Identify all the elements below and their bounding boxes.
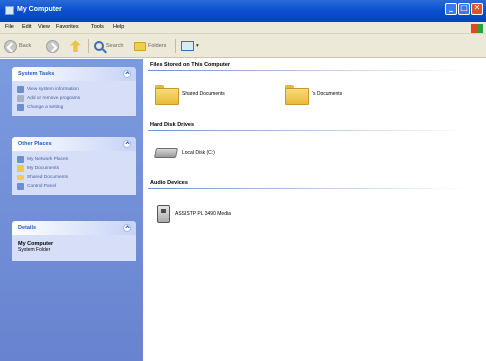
place-control-panel[interactable]: Control Panel [17, 182, 131, 190]
item-label: ASSISTP PL 3490 Media [175, 211, 231, 217]
details-panel: Details My Computer System Folder [12, 221, 136, 261]
maximize-button[interactable]: □ [458, 3, 470, 15]
menu-edit[interactable]: Edit [22, 24, 31, 30]
up-arrow-icon [70, 40, 81, 52]
title-bar[interactable]: My Computer _ □ ✕ [0, 0, 486, 22]
system-tasks-title: System Tasks [18, 71, 55, 77]
task-label: View system information [27, 86, 79, 92]
menu-help[interactable]: Help [113, 24, 124, 30]
network-icon [17, 155, 24, 163]
item-shared-documents[interactable]: Shared Documents [155, 85, 225, 105]
group-divider [148, 188, 468, 189]
computer-icon [5, 6, 14, 15]
group-header-files: Files Stored on This Computer [150, 62, 231, 68]
menu-file[interactable]: File [5, 24, 14, 30]
group-header-drives: Hard Disk Drives [150, 122, 195, 128]
chevron-down-icon: ▾ [196, 43, 199, 49]
details-item-type: System Folder [18, 247, 51, 253]
close-icon: ✕ [473, 3, 481, 12]
other-places-title: Other Places [18, 141, 52, 147]
views-button[interactable]: ▾ [181, 38, 199, 54]
task-label: Change a setting [27, 104, 64, 110]
up-folder-button[interactable] [70, 38, 81, 54]
collapse-chevron-icon[interactable] [123, 70, 131, 78]
folders-button[interactable]: Folders [134, 38, 166, 54]
place-label: My Network Places [27, 156, 69, 162]
maximize-icon: □ [460, 3, 468, 12]
folder-icon [17, 174, 24, 180]
content-pane: Files Stored on This Computer Shared Doc… [143, 59, 486, 361]
details-body: My Computer System Folder [12, 235, 136, 261]
hard-drive-icon [153, 148, 179, 158]
place-my-network-places[interactable]: My Network Places [17, 155, 131, 163]
minimize-icon: _ [449, 3, 453, 12]
documents-icon [17, 164, 24, 172]
collapse-chevron-icon[interactable] [123, 224, 131, 232]
menu-bar: File Edit View Favorites Tools Help [0, 22, 486, 34]
audio-player-icon [157, 205, 170, 223]
menu-tools[interactable]: Tools [91, 24, 104, 30]
task-pane: System Tasks View system information Add… [0, 59, 143, 361]
place-shared-documents[interactable]: Shared Documents [17, 173, 131, 181]
search-button[interactable]: Search [94, 38, 123, 54]
other-places-body: My Network Places My Documents Shared Do… [12, 151, 136, 195]
place-my-documents[interactable]: My Documents [17, 164, 131, 172]
task-change-setting[interactable]: Change a setting [17, 103, 131, 111]
item-user-documents[interactable]: 's Documents [285, 85, 343, 105]
minimize-button[interactable]: _ [445, 3, 457, 15]
other-places-panel: Other Places My Network Places My Docume… [12, 137, 136, 195]
control-panel-icon [17, 103, 24, 111]
toolbar: Back Search Folders ▾ [0, 34, 486, 58]
forward-arrow-icon [46, 39, 59, 53]
folder-icon [285, 85, 309, 105]
back-label: Back [19, 43, 32, 49]
details-header[interactable]: Details [12, 221, 136, 235]
collapse-chevron-icon[interactable] [123, 140, 131, 148]
details-title: Details [18, 225, 37, 231]
item-label: 's Documents [312, 91, 343, 97]
windows-logo-icon [471, 24, 483, 33]
place-label: My Documents [27, 165, 59, 171]
window-title: My Computer [17, 6, 62, 13]
folder-icon [155, 85, 179, 105]
forward-button[interactable] [46, 38, 59, 54]
control-panel-icon [17, 182, 24, 190]
back-button[interactable]: Back [4, 38, 31, 54]
search-icon [94, 41, 104, 51]
item-local-disk-c[interactable]: Local Disk (C:) [153, 148, 215, 158]
back-arrow-icon [4, 39, 17, 53]
item-audio-device[interactable]: ASSISTP PL 3490 Media [157, 205, 231, 223]
folders-label: Folders [148, 43, 167, 49]
search-label: Search [106, 43, 124, 49]
explorer-window: My Computer _ □ ✕ File Edit View Favorit… [0, 0, 486, 361]
toolbar-divider [175, 39, 176, 53]
close-button[interactable]: ✕ [471, 3, 483, 15]
system-tasks-body: View system information Add or remove pr… [12, 81, 136, 116]
toolbar-divider [88, 39, 89, 53]
place-label: Shared Documents [27, 174, 69, 180]
menu-view[interactable]: View [38, 24, 50, 30]
group-divider [148, 70, 468, 71]
task-label: Add or remove programs [27, 95, 81, 101]
system-info-icon [17, 85, 24, 93]
folders-icon [134, 41, 146, 51]
task-add-remove-programs[interactable]: Add or remove programs [17, 94, 131, 102]
group-header-audio: Audio Devices [150, 180, 188, 186]
system-tasks-panel: System Tasks View system information Add… [12, 67, 136, 116]
item-label: Local Disk (C:) [182, 150, 215, 156]
views-icon [181, 41, 194, 51]
group-divider [148, 130, 468, 131]
menu-favorites[interactable]: Favorites [56, 24, 79, 30]
task-view-system-info[interactable]: View system information [17, 85, 131, 93]
programs-icon [17, 94, 24, 102]
system-tasks-header[interactable]: System Tasks [12, 67, 136, 81]
place-label: Control Panel [27, 183, 57, 189]
other-places-header[interactable]: Other Places [12, 137, 136, 151]
item-label: Shared Documents [182, 91, 225, 97]
